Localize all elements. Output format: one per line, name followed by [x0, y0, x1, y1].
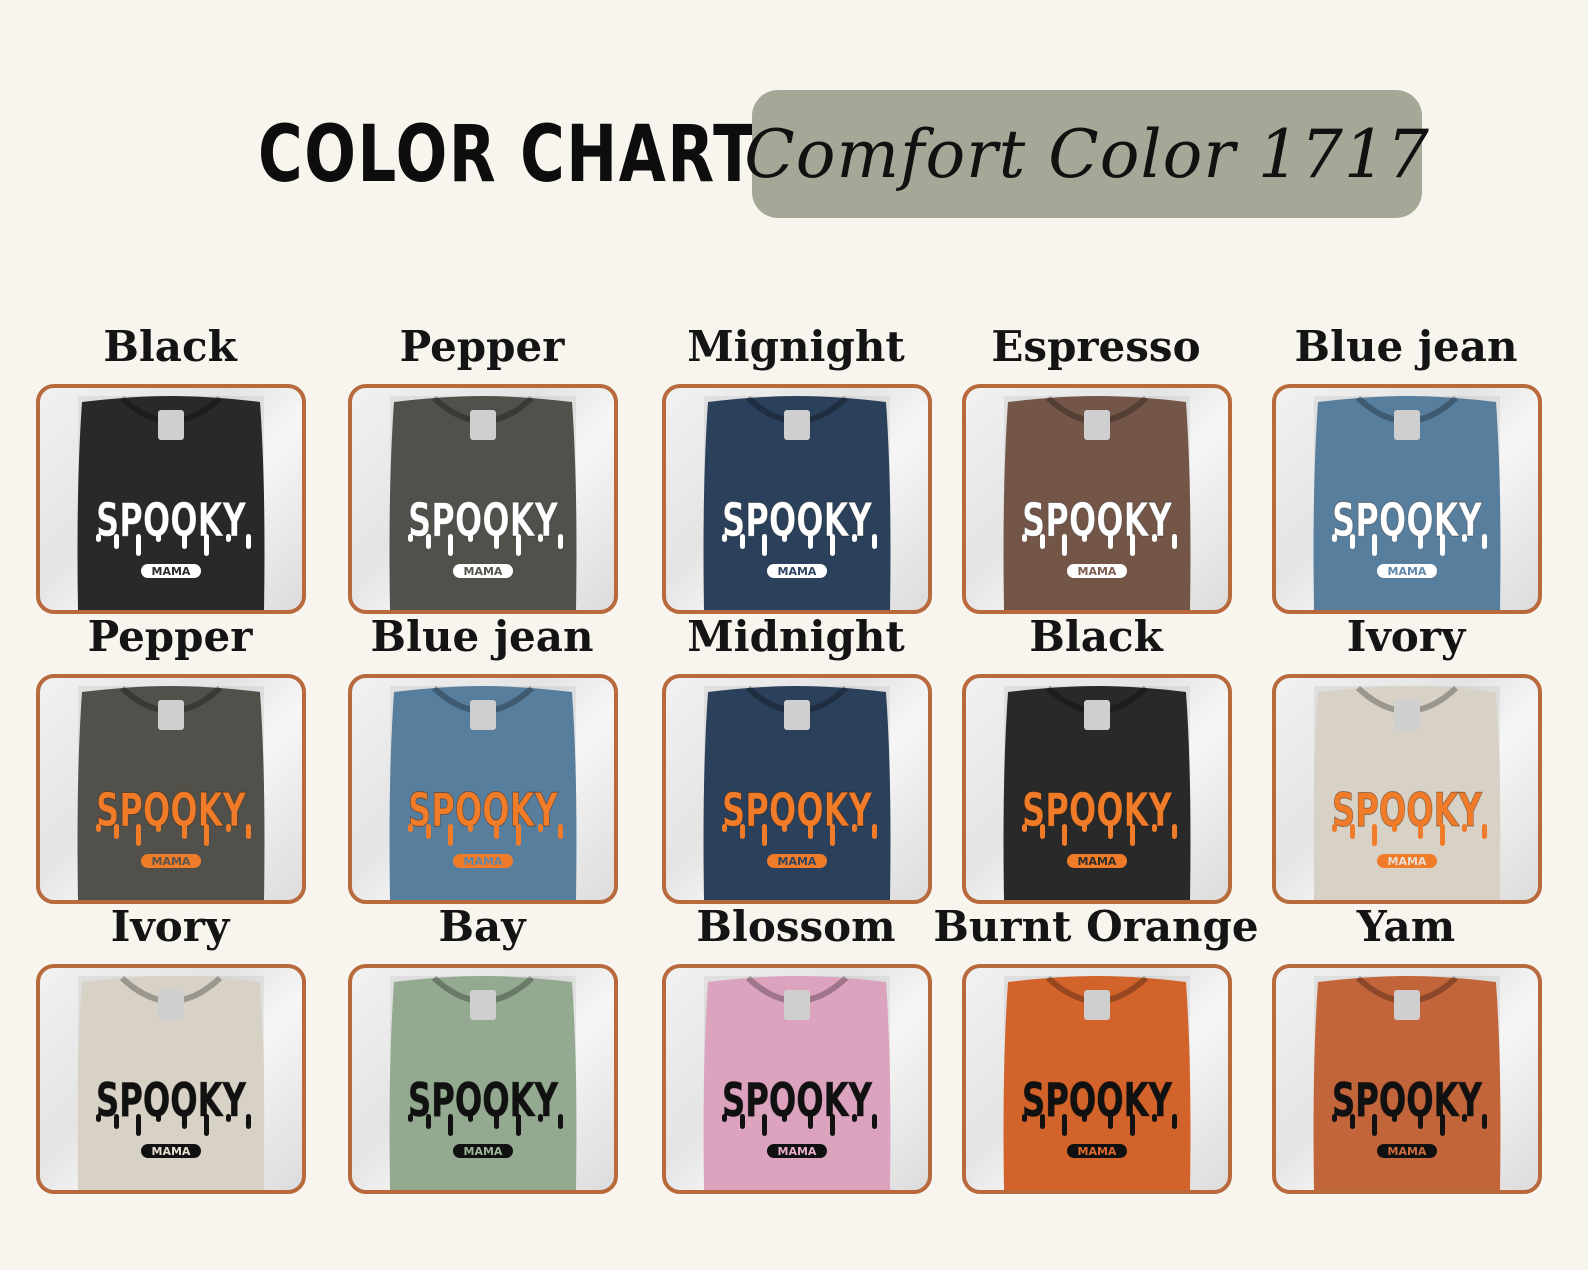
folded-shirt: SPOOKYMAMA	[77, 975, 265, 1190]
design-sub-text: MAMA	[1388, 565, 1427, 578]
folded-shirt: SPOOKYMAMA	[703, 685, 891, 900]
shirt-tag	[1394, 410, 1420, 440]
shirt-tag	[158, 990, 184, 1020]
swatch-photo-frame: SPOOKY MAMA	[962, 384, 1232, 614]
shirt-tag	[784, 410, 810, 440]
swatch-label: Pepper	[87, 612, 253, 661]
design-sub-text: MAMA	[778, 855, 817, 868]
folded-shirt: SPOOKYMAMA	[1003, 975, 1191, 1190]
swatch-label: Blue jean	[1294, 322, 1518, 371]
folded-shirt: SPOOKYMAMA	[1313, 395, 1501, 610]
design-sub-text: MAMA	[1388, 1145, 1427, 1158]
swatch-label: Pepper	[399, 322, 565, 371]
swatch-photo-frame: SPOOKY MAMA	[662, 964, 932, 1194]
swatch-photo-frame: SPOOKY MAMA	[348, 964, 618, 1194]
shirt-tag	[158, 410, 184, 440]
design-sub-text: MAMA	[152, 565, 191, 578]
swatch-label: Yam	[1356, 902, 1456, 951]
swatch-label: Mignight	[687, 322, 905, 371]
swatch-label: Midnight	[687, 612, 905, 661]
shirt-tag	[1084, 990, 1110, 1020]
swatch-photo-frame: SPOOKY MAMA	[348, 674, 618, 904]
folded-shirt: SPOOKYMAMA	[389, 685, 577, 900]
swatch-label: Black	[1029, 612, 1163, 661]
swatch-label: Ivory	[1346, 612, 1466, 661]
swatch-photo-frame: SPOOKY MAMA	[662, 384, 932, 614]
swatch-photo-frame: SPOOKY MAMA	[1272, 674, 1542, 904]
swatch-label: Blossom	[696, 902, 896, 951]
swatch-label: Burnt Orange	[933, 902, 1259, 951]
design-sub-text: MAMA	[778, 1145, 817, 1158]
swatch-label: Blue jean	[370, 612, 594, 661]
swatch-photo-frame: SPOOKY MAMA	[36, 674, 306, 904]
folded-shirt: SPOOKYMAMA	[1003, 395, 1191, 610]
shirt-tag	[470, 700, 496, 730]
swatch-photo-frame: SPOOKY MAMA	[36, 964, 306, 1194]
shirt-tag	[784, 700, 810, 730]
shirt-tag	[1394, 990, 1420, 1020]
folded-shirt: SPOOKYMAMA	[1003, 685, 1191, 900]
shirt-tag	[158, 700, 184, 730]
shirt-tag	[1394, 700, 1420, 730]
swatch-label: Ivory	[110, 902, 230, 951]
shirt-tag	[784, 990, 810, 1020]
swatch-label: Black	[103, 322, 237, 371]
swatch-label: Bay	[438, 902, 526, 951]
folded-shirt: SPOOKYMAMA	[703, 395, 891, 610]
folded-shirt: SPOOKYMAMA	[1313, 685, 1501, 900]
swatch-grid: Black SPOOKY MAMA Pepper SPOOKY MAMA Mignight S…	[0, 0, 1588, 1270]
folded-shirt: SPOOKYMAMA	[77, 685, 265, 900]
swatch-photo-frame: SPOOKY MAMA	[962, 964, 1232, 1194]
design-sub-text: MAMA	[464, 1145, 503, 1158]
swatch-photo-frame: SPOOKY MAMA	[36, 384, 306, 614]
design-sub-text: MAMA	[1078, 855, 1117, 868]
design-sub-text: MAMA	[1078, 565, 1117, 578]
folded-shirt: SPOOKYMAMA	[703, 975, 891, 1190]
folded-shirt: SPOOKYMAMA	[389, 395, 577, 610]
swatch-photo-frame: SPOOKY MAMA	[662, 674, 932, 904]
shirt-tag	[470, 410, 496, 440]
design-sub-text: MAMA	[778, 565, 817, 578]
design-sub-text: MAMA	[464, 855, 503, 868]
folded-shirt: SPOOKYMAMA	[77, 395, 265, 610]
design-sub-text: MAMA	[1078, 1145, 1117, 1158]
design-sub-text: MAMA	[152, 855, 191, 868]
folded-shirt: SPOOKYMAMA	[1313, 975, 1501, 1190]
swatch-photo-frame: SPOOKY MAMA	[1272, 964, 1542, 1194]
design-sub-text: MAMA	[464, 565, 503, 578]
swatch-label: Espresso	[991, 322, 1201, 371]
swatch-photo-frame: SPOOKY MAMA	[1272, 384, 1542, 614]
folded-shirt: SPOOKYMAMA	[389, 975, 577, 1190]
swatch-photo-frame: SPOOKY MAMA	[348, 384, 618, 614]
swatch-photo-frame: SPOOKY MAMA	[962, 674, 1232, 904]
shirt-tag	[1084, 700, 1110, 730]
shirt-tag	[470, 990, 496, 1020]
design-sub-text: MAMA	[1388, 855, 1427, 868]
design-sub-text: MAMA	[152, 1145, 191, 1158]
shirt-tag	[1084, 410, 1110, 440]
